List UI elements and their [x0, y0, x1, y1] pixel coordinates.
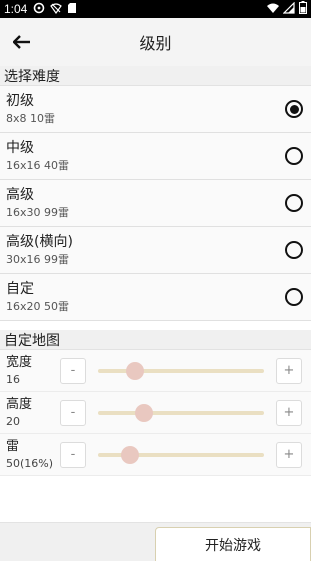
slider-thumb[interactable]: [135, 403, 154, 422]
app-bar: 级别: [0, 18, 311, 66]
mines-label: 雷: [6, 438, 20, 454]
level-option-expert[interactable]: 高级 16x30 99雷: [0, 180, 311, 227]
slider-thumb[interactable]: [120, 445, 139, 464]
arrow-left-icon: [13, 35, 30, 49]
mines-decrease-button[interactable]: -: [60, 441, 86, 468]
height-slider-row: 高度 20 - +: [0, 392, 311, 434]
page-title: 级别: [139, 34, 172, 53]
radio-button[interactable]: [285, 241, 303, 259]
wifi-off-icon: [50, 2, 63, 17]
mines-value: 50(16%): [6, 456, 54, 470]
height-value: 20: [6, 414, 20, 428]
width-label: 宽度: [6, 354, 33, 370]
level-name: 高级(横向): [6, 234, 73, 250]
level-spec: 8x8 10雷: [6, 112, 56, 125]
width-slider-row: 宽度 16 - +: [0, 350, 311, 392]
radio-button[interactable]: [285, 100, 303, 118]
mines-increase-button[interactable]: +: [276, 441, 302, 468]
level-spec: 16x30 99雷: [6, 206, 69, 219]
height-decrease-button[interactable]: -: [60, 399, 86, 426]
level-spec: 16x20 50雷: [6, 300, 69, 313]
width-decrease-button[interactable]: -: [60, 357, 86, 384]
slider-thumb[interactable]: [125, 361, 144, 380]
width-slider[interactable]: [98, 358, 264, 384]
level-option-custom[interactable]: 自定 16x20 50雷: [0, 274, 311, 321]
level-option-beginner[interactable]: 初级 8x8 10雷: [0, 86, 311, 133]
radio-selected-dot: [289, 104, 299, 114]
level-list: 初级 8x8 10雷 中级 16x16 40雷 高级 16x30 99雷 高级(…: [0, 86, 311, 321]
height-slider[interactable]: [98, 400, 264, 426]
mines-slider[interactable]: [98, 442, 264, 468]
slider-track: [98, 368, 264, 373]
battery-icon: [299, 1, 307, 17]
wifi-icon: [267, 2, 279, 17]
level-spec: 16x16 40雷: [6, 159, 69, 172]
level-option-intermediate[interactable]: 中级 16x16 40雷: [0, 133, 311, 180]
level-name: 初级: [6, 93, 34, 109]
radio-button[interactable]: [285, 147, 303, 165]
back-button[interactable]: [4, 24, 40, 60]
radio-button[interactable]: [285, 288, 303, 306]
width-increase-button[interactable]: +: [276, 357, 302, 384]
sd-card-icon: [67, 2, 77, 17]
custom-map-controls: 宽度 16 - + 高度 20 - + 雷 50(16%) - +: [0, 350, 311, 476]
height-label: 高度: [6, 396, 33, 412]
difficulty-header: 选择难度: [0, 66, 311, 86]
level-option-expert-landscape[interactable]: 高级(横向) 30x16 99雷: [0, 227, 311, 274]
signal-icon: [282, 1, 295, 17]
level-name: 高级: [6, 187, 34, 203]
width-value: 16: [6, 372, 20, 386]
level-name: 中级: [6, 140, 34, 156]
level-name: 自定: [6, 281, 34, 297]
slider-track: [98, 410, 264, 415]
mines-slider-row: 雷 50(16%) - +: [0, 434, 311, 476]
level-spec: 30x16 99雷: [6, 253, 69, 266]
data-saver-icon: [33, 2, 45, 17]
height-increase-button[interactable]: +: [276, 399, 302, 426]
custom-map-header: 自定地图: [0, 330, 311, 350]
status-time: 1:04: [4, 2, 28, 16]
status-bar: 1:04: [0, 0, 311, 18]
radio-button[interactable]: [285, 194, 303, 212]
bottom-bar: 开始游戏: [0, 522, 311, 561]
start-game-button[interactable]: 开始游戏: [155, 527, 311, 561]
